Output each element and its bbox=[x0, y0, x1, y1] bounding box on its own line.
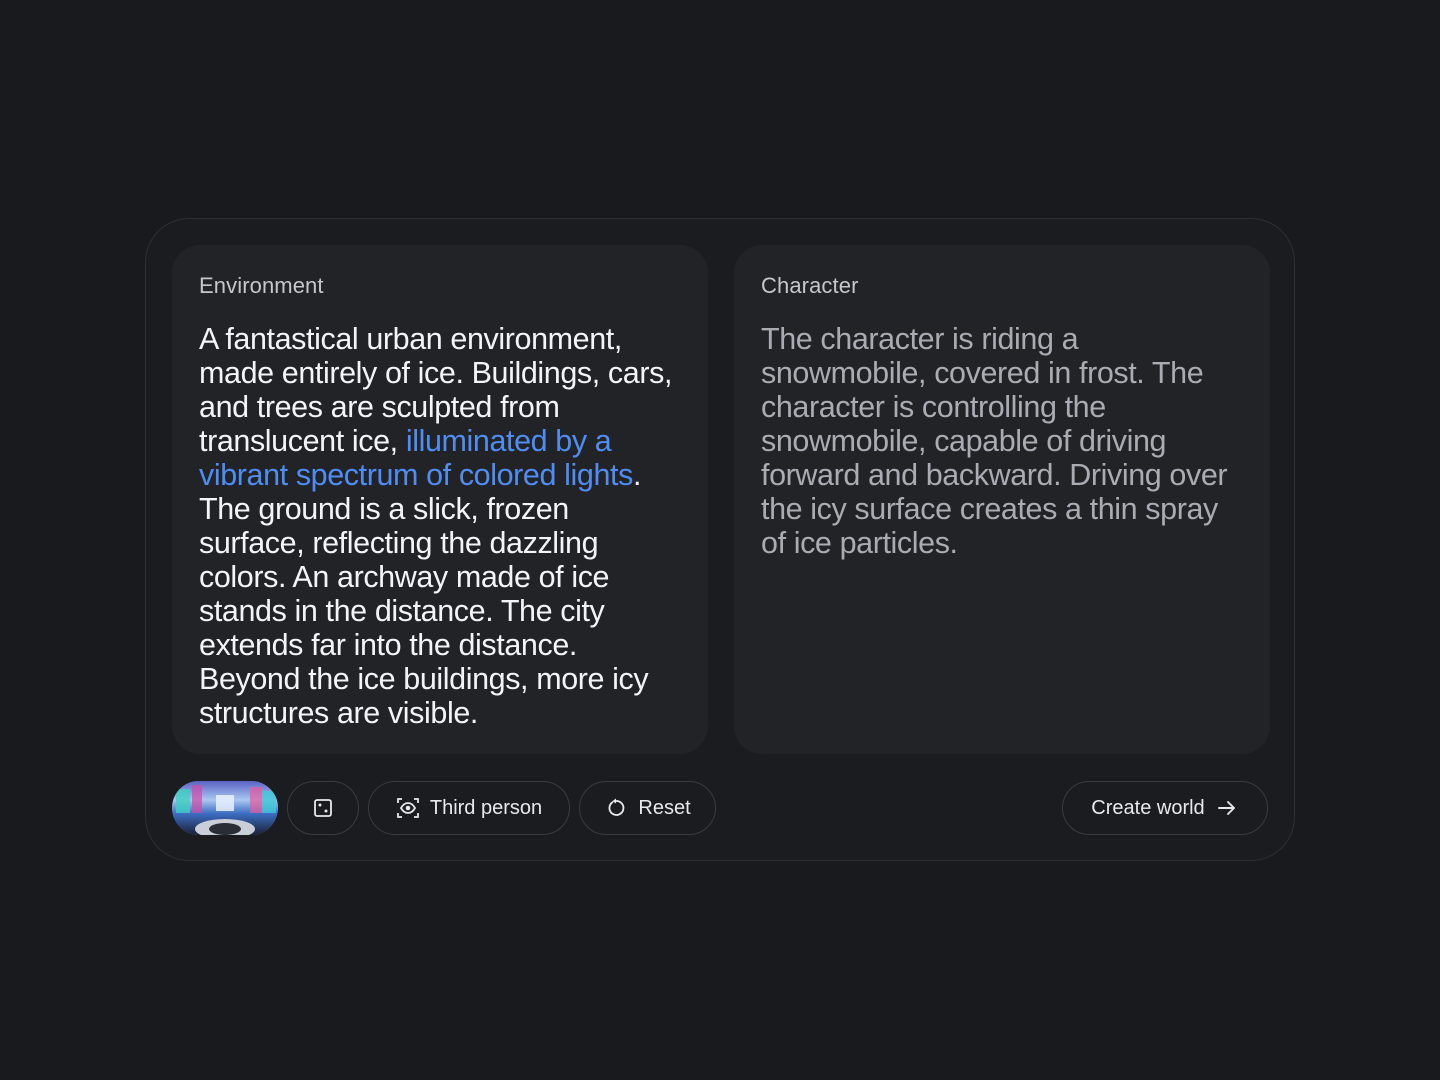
environment-label: Environment bbox=[199, 273, 324, 298]
environment-panel[interactable]: Environment A fantastical urban environm… bbox=[172, 245, 708, 754]
preview-thumbnail[interactable] bbox=[172, 781, 278, 835]
character-label: Character bbox=[761, 273, 859, 298]
reset-icon bbox=[604, 796, 628, 820]
toolbar: Third person Reset Create world bbox=[172, 781, 1268, 837]
environment-prompt-text[interactable]: A fantastical urban environment, made en… bbox=[199, 322, 682, 730]
reset-label: Reset bbox=[638, 796, 691, 819]
randomize-button[interactable] bbox=[287, 781, 359, 835]
create-world-label: Create world bbox=[1091, 796, 1205, 819]
create-world-button[interactable]: Create world bbox=[1062, 781, 1268, 835]
world-prompt-card: Environment A fantastical urban environm… bbox=[145, 218, 1295, 861]
preview-image bbox=[172, 781, 278, 835]
environment-text-after: . The ground is a slick, frozen surface,… bbox=[199, 458, 649, 730]
third-person-button[interactable]: Third person bbox=[368, 781, 570, 835]
third-person-label: Third person bbox=[429, 796, 543, 819]
eye-viewfinder-icon bbox=[396, 796, 420, 820]
reset-button[interactable]: Reset bbox=[579, 781, 716, 835]
character-panel[interactable]: Character The character is riding a snow… bbox=[734, 245, 1270, 754]
character-prompt-text[interactable]: The character is riding a snowmobile, co… bbox=[761, 322, 1244, 560]
dice-icon bbox=[311, 796, 335, 820]
arrow-right-icon bbox=[1215, 796, 1239, 820]
